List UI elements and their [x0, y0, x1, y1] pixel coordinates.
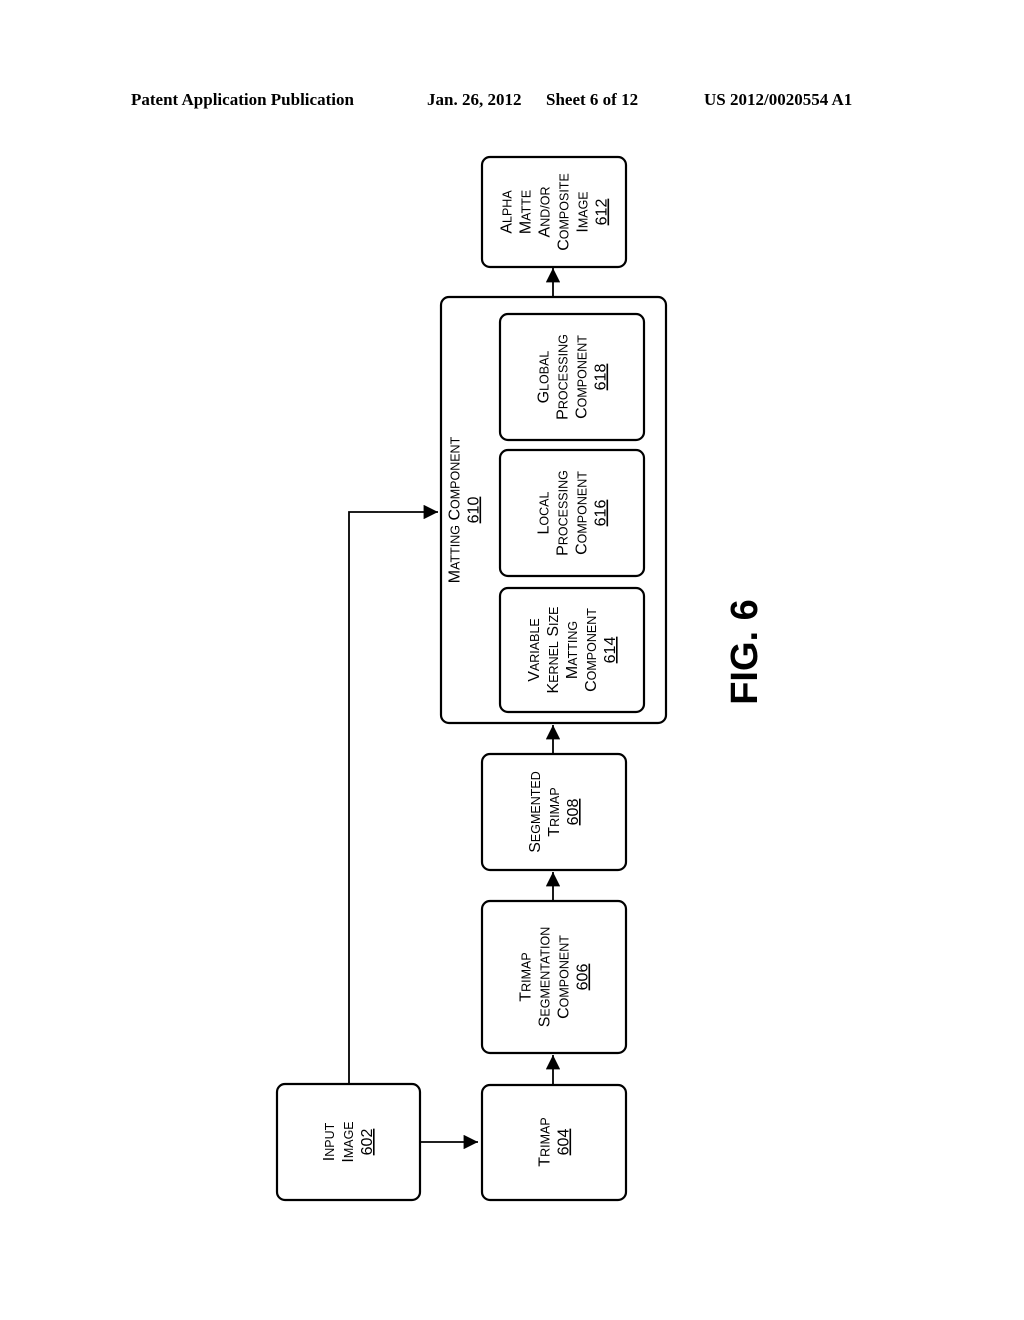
node-label-line: ALPHA [499, 190, 516, 234]
reference-number: 618 [593, 364, 610, 391]
figure-label: FIG. 6 [724, 599, 766, 705]
reference-number: 616 [593, 500, 610, 527]
node-label-line: TRIMAP [537, 1117, 554, 1166]
node-label-line: SEGMENTATION [537, 927, 554, 1028]
node-label-line: PROCESSING [555, 334, 572, 420]
node-label-line: MATTE [518, 190, 535, 234]
node-label-line: COMPONENT [574, 335, 591, 419]
node-segmented-trimap: SEGMENTED TRIMAP 608 [480, 752, 628, 872]
node-label-line: INPUT [321, 1122, 338, 1161]
node-local-processing: LOCALPROCESSINGCOMPONENT 616 [498, 448, 646, 578]
node-label-line: VARIABLE [526, 618, 543, 681]
node-alpha-matte: ALPHAMATTEAND/ORCOMPOSITE IMAGE 612 [480, 155, 628, 269]
node-label-line: AND/OR [537, 187, 554, 238]
node-label-line: COMPONENT [583, 608, 600, 692]
node-label-line: MATTING COMPONENT [447, 436, 464, 583]
reference-number: 614 [602, 637, 619, 664]
node-global-processing: GLOBALPROCESSINGCOMPONENT 618 [498, 312, 646, 442]
node-label-line: MATTING [564, 621, 581, 679]
node-label-line: IMAGE [340, 1121, 357, 1162]
node-label-line: COMPOSITE [556, 173, 573, 251]
node-input-image: INPUTIMAGE 602 [275, 1082, 422, 1202]
node-label-line: GLOBAL [536, 351, 553, 404]
node-label-line: TRIMAP [518, 952, 535, 1001]
node-variable-kernel: VARIABLEKERNEL SIZEMATTINGCOMPONENT 614 [498, 586, 646, 714]
block-diagram: INPUTIMAGE 602 TRIMAP 604 TRIMAPSEGMENTATI… [275, 155, 766, 1202]
node-label-line: COMPONENT [574, 471, 591, 555]
reference-number: 612 [594, 199, 611, 226]
node-trimap-segmentation: TRIMAPSEGMENTATION COMPONENT 606 [480, 899, 628, 1055]
reference-number: 602 [359, 1129, 376, 1156]
node-label-line: KERNEL SIZE [545, 607, 562, 694]
reference-number: 606 [575, 964, 592, 991]
node-label-line: COMPONENT [556, 935, 573, 1019]
node-trimap: TRIMAP 604 [480, 1083, 628, 1202]
reference-number: 610 [466, 497, 483, 524]
node-label-line: IMAGE [575, 191, 592, 232]
reference-number: 604 [556, 1129, 573, 1156]
node-label-line: TRIMAP [546, 787, 563, 836]
node-label-line: LOCAL [536, 491, 553, 534]
reference-number: 608 [565, 799, 582, 826]
node-label-line: SEGMENTED [527, 771, 544, 853]
edge-input-to-matting [348, 504, 438, 1084]
node-label-line: PROCESSING [555, 470, 572, 556]
